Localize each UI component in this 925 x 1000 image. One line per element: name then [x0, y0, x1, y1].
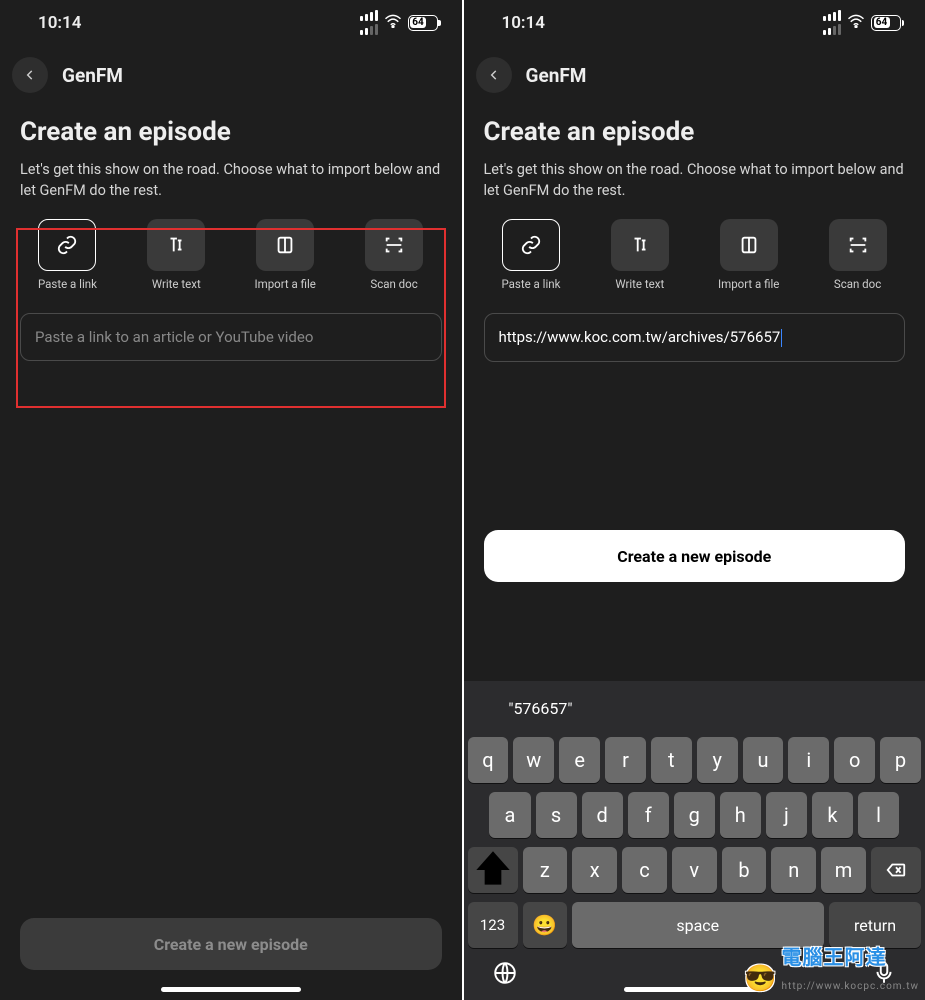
key-x[interactable]: x — [572, 847, 617, 893]
option-label: Write text — [615, 277, 664, 291]
option-paste-link[interactable]: Paste a link — [20, 219, 115, 291]
option-write-text[interactable]: Write text — [129, 219, 224, 291]
globe-key[interactable] — [492, 960, 518, 990]
key-l[interactable]: l — [858, 792, 899, 838]
link-input[interactable]: Paste a link to an article or YouTube vi… — [20, 313, 442, 361]
status-time: 10:14 — [502, 13, 545, 33]
nav-bar: GenFM — [464, 39, 925, 103]
app-title: GenFM — [62, 64, 123, 87]
key-h[interactable]: h — [720, 792, 761, 838]
key-c[interactable]: c — [622, 847, 667, 893]
file-icon — [274, 234, 296, 256]
option-label: Import a file — [254, 277, 315, 291]
page-heading: Create an episode — [0, 103, 462, 155]
keyboard-row: qwertyuiop — [468, 737, 922, 783]
option-scan-doc[interactable]: Scan doc — [810, 219, 905, 291]
option-paste-link[interactable]: Paste a link — [484, 219, 579, 291]
create-episode-button[interactable]: Create a new episode — [20, 918, 442, 970]
status-bar: 10:14 64 — [0, 0, 462, 39]
wifi-icon — [847, 13, 865, 33]
key-a[interactable]: a — [489, 792, 530, 838]
text-icon — [165, 234, 187, 256]
key-p[interactable]: p — [880, 737, 921, 783]
battery-icon: 64 — [871, 15, 901, 31]
backspace-key[interactable] — [871, 847, 921, 893]
keyboard-row: zxcvbnm — [468, 847, 922, 893]
keyboard-row: asdfghjkl — [468, 792, 922, 838]
option-label: Import a file — [718, 277, 779, 291]
page-subtitle: Let's get this show on the road. Choose … — [0, 155, 462, 219]
key-q[interactable]: q — [468, 737, 509, 783]
link-input[interactable]: https://www.koc.com.tw/archives/576657 — [484, 313, 906, 362]
option-scan-doc[interactable]: Scan doc — [347, 219, 442, 291]
home-indicator[interactable] — [161, 987, 301, 992]
status-time: 10:14 — [38, 13, 81, 33]
import-options: Paste a link Write text Import a file Sc… — [484, 219, 906, 291]
key-b[interactable]: b — [722, 847, 767, 893]
keyboard-predictions: "576657" — [464, 685, 925, 731]
option-import-file[interactable]: Import a file — [701, 219, 796, 291]
text-icon — [629, 234, 651, 256]
watermark: 😎 電腦王阿達 http://www.kocpc.com.tw — [744, 941, 919, 994]
key-j[interactable]: j — [766, 792, 807, 838]
screenshot-left: 10:14 64 GenFM Create an episode Le — [0, 0, 462, 1000]
scan-icon — [383, 234, 405, 256]
key-f[interactable]: f — [628, 792, 669, 838]
screenshot-right: 10:14 64 GenFM Create an episode Le — [462, 0, 925, 1000]
key-d[interactable]: d — [582, 792, 623, 838]
create-episode-button[interactable]: Create a new episode — [484, 530, 906, 582]
key-z[interactable]: z — [523, 847, 568, 893]
nav-bar: GenFM — [0, 39, 462, 103]
battery-icon: 64 — [408, 15, 438, 31]
signal-icon — [360, 10, 378, 35]
key-r[interactable]: r — [605, 737, 646, 783]
page-subtitle: Let's get this show on the road. Choose … — [464, 155, 925, 219]
key-u[interactable]: u — [743, 737, 784, 783]
key-k[interactable]: k — [812, 792, 853, 838]
mode-switch-key[interactable]: 123 — [468, 902, 518, 948]
option-label: Scan doc — [370, 277, 417, 291]
scan-icon — [847, 234, 869, 256]
option-label: Write text — [152, 277, 201, 291]
key-v[interactable]: v — [672, 847, 717, 893]
key-s[interactable]: s — [536, 792, 577, 838]
key-y[interactable]: y — [697, 737, 738, 783]
option-label: Paste a link — [38, 277, 97, 291]
option-import-file[interactable]: Import a file — [238, 219, 333, 291]
page-heading: Create an episode — [464, 103, 925, 155]
option-label: Paste a link — [501, 277, 560, 291]
key-t[interactable]: t — [651, 737, 692, 783]
key-o[interactable]: o — [834, 737, 875, 783]
option-write-text[interactable]: Write text — [592, 219, 687, 291]
emoji-key[interactable]: 😀 — [523, 902, 567, 948]
status-bar: 10:14 64 — [464, 0, 925, 39]
back-button[interactable] — [12, 57, 48, 93]
key-i[interactable]: i — [788, 737, 829, 783]
key-e[interactable]: e — [559, 737, 600, 783]
file-icon — [738, 234, 760, 256]
text-caret — [781, 329, 782, 347]
back-button[interactable] — [476, 57, 512, 93]
wifi-icon — [384, 13, 402, 33]
shift-key[interactable] — [468, 847, 518, 893]
app-title: GenFM — [526, 64, 587, 87]
signal-icon — [823, 10, 841, 35]
prediction-suggestion[interactable]: "576657" — [464, 699, 618, 718]
link-icon — [56, 234, 78, 256]
key-g[interactable]: g — [674, 792, 715, 838]
key-w[interactable]: w — [513, 737, 554, 783]
key-m[interactable]: m — [821, 847, 866, 893]
key-n[interactable]: n — [771, 847, 816, 893]
option-label: Scan doc — [834, 277, 881, 291]
import-options: Paste a link Write text Import a file Sc… — [20, 219, 442, 291]
link-icon — [520, 234, 542, 256]
